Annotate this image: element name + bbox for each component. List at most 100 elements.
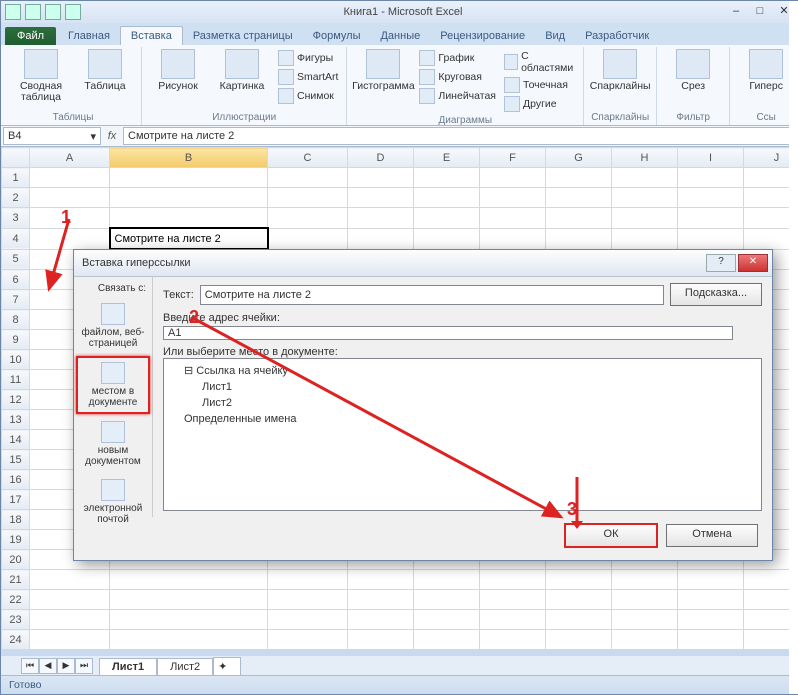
cell[interactable] [268, 630, 348, 650]
col-header[interactable]: G [546, 148, 612, 168]
link-to-place-button[interactable]: местом в документе [76, 356, 150, 414]
cell[interactable] [268, 208, 348, 229]
row-header[interactable]: 2 [2, 188, 30, 208]
row-header[interactable]: 8 [2, 310, 30, 330]
cell[interactable] [546, 610, 612, 630]
tree-sheet2[interactable]: Лист2 [170, 395, 755, 411]
name-box[interactable]: B4▾ [3, 127, 101, 145]
sheet-nav-prev[interactable]: ◀ [39, 658, 57, 674]
cell[interactable] [480, 208, 546, 229]
cell-b4[interactable]: Смотрите на листе 2 [110, 228, 268, 249]
screenshot-button[interactable]: Снимок [276, 87, 340, 105]
redo-icon[interactable] [65, 4, 81, 20]
row-header[interactable]: 18 [2, 510, 30, 530]
cell[interactable] [110, 590, 268, 610]
cell[interactable] [414, 168, 480, 188]
ok-button[interactable]: ОК [564, 523, 658, 548]
row-header[interactable]: 21 [2, 570, 30, 590]
chevron-down-icon[interactable]: ▾ [90, 130, 96, 143]
maximize-button[interactable]: □ [749, 5, 771, 19]
area-chart-button[interactable]: С областями [502, 49, 577, 75]
col-header[interactable]: D [348, 148, 414, 168]
row-header[interactable]: 6 [2, 270, 30, 290]
col-header[interactable]: A [30, 148, 110, 168]
sheet-nav-next[interactable]: ▶ [57, 658, 75, 674]
tab-home[interactable]: Главная [58, 27, 120, 45]
tab-dev[interactable]: Разработчик [575, 27, 659, 45]
cell[interactable] [110, 168, 268, 188]
cell[interactable] [348, 570, 414, 590]
row-header[interactable]: 20 [2, 550, 30, 570]
cell[interactable] [480, 188, 546, 208]
cell[interactable] [348, 590, 414, 610]
cell[interactable] [348, 208, 414, 229]
tab-data[interactable]: Данные [370, 27, 430, 45]
col-header[interactable]: C [268, 148, 348, 168]
dialog-close-button[interactable]: ✕ [738, 254, 768, 272]
tree-cell-ref[interactable]: ⊟ Ссылка на ячейку [170, 363, 755, 379]
sheet-nav-last[interactable]: ⏭ [75, 658, 93, 674]
cell[interactable] [348, 168, 414, 188]
row-header[interactable]: 17 [2, 490, 30, 510]
cell[interactable] [546, 188, 612, 208]
cell[interactable] [612, 168, 678, 188]
sheet-nav-first[interactable]: ⏮ [21, 658, 39, 674]
row-header[interactable]: 23 [2, 610, 30, 630]
row-header[interactable]: 3 [2, 208, 30, 229]
row-header[interactable]: 1 [2, 168, 30, 188]
cell[interactable] [678, 590, 744, 610]
screentip-button[interactable]: Подсказка... [670, 283, 762, 306]
cell[interactable] [678, 228, 744, 249]
cell[interactable] [348, 610, 414, 630]
link-to-email-button[interactable]: электронной почтой [76, 474, 150, 530]
row-header[interactable]: 14 [2, 430, 30, 450]
tree-sheet1[interactable]: Лист1 [170, 379, 755, 395]
tab-view[interactable]: Вид [535, 27, 575, 45]
clipart-button[interactable]: Картинка [212, 49, 272, 92]
slicer-button[interactable]: Срез [663, 49, 723, 92]
tab-formulas[interactable]: Формулы [303, 27, 371, 45]
other-chart-button[interactable]: Другие [502, 95, 577, 113]
row-header[interactable]: 24 [2, 630, 30, 650]
row-header[interactable]: 11 [2, 370, 30, 390]
table-button[interactable]: Таблица [75, 49, 135, 92]
histogram-button[interactable]: Гистограмма [353, 49, 413, 92]
hyperlink-button[interactable]: Гиперс [736, 49, 796, 92]
sheet-tab-1[interactable]: Лист1 [99, 658, 157, 675]
cell[interactable] [268, 610, 348, 630]
cell[interactable] [30, 610, 110, 630]
cell[interactable] [612, 208, 678, 229]
cell[interactable] [480, 610, 546, 630]
row-header[interactable]: 9 [2, 330, 30, 350]
cell[interactable] [546, 590, 612, 610]
cell[interactable] [30, 570, 110, 590]
cell[interactable] [348, 188, 414, 208]
cell[interactable] [414, 570, 480, 590]
cell[interactable] [268, 570, 348, 590]
cell[interactable] [348, 228, 414, 249]
scatter-chart-button[interactable]: Точечная [502, 76, 577, 94]
cell[interactable] [30, 630, 110, 650]
cell[interactable] [546, 570, 612, 590]
row-header[interactable]: 15 [2, 450, 30, 470]
bar-chart-button[interactable]: Линейчатая [417, 87, 498, 105]
link-to-newdoc-button[interactable]: новым документом [76, 416, 150, 472]
row-header[interactable]: 7 [2, 290, 30, 310]
cell[interactable] [546, 630, 612, 650]
sparklines-button[interactable]: Спарклайны [590, 49, 650, 92]
cell[interactable] [612, 610, 678, 630]
tab-review[interactable]: Рецензирование [430, 27, 535, 45]
cell[interactable] [414, 208, 480, 229]
undo-icon[interactable] [45, 4, 61, 20]
text-input[interactable]: Смотрите на листе 2 [200, 285, 664, 305]
cell[interactable] [348, 630, 414, 650]
cell[interactable] [110, 610, 268, 630]
row-header[interactable]: 10 [2, 350, 30, 370]
cell[interactable] [30, 188, 110, 208]
tab-insert[interactable]: Вставка [120, 26, 183, 45]
pivot-table-button[interactable]: Сводная таблица [11, 49, 71, 103]
cell[interactable] [414, 630, 480, 650]
sheet-tab-2[interactable]: Лист2 [157, 658, 213, 675]
cell[interactable] [268, 188, 348, 208]
row-header[interactable]: 16 [2, 470, 30, 490]
